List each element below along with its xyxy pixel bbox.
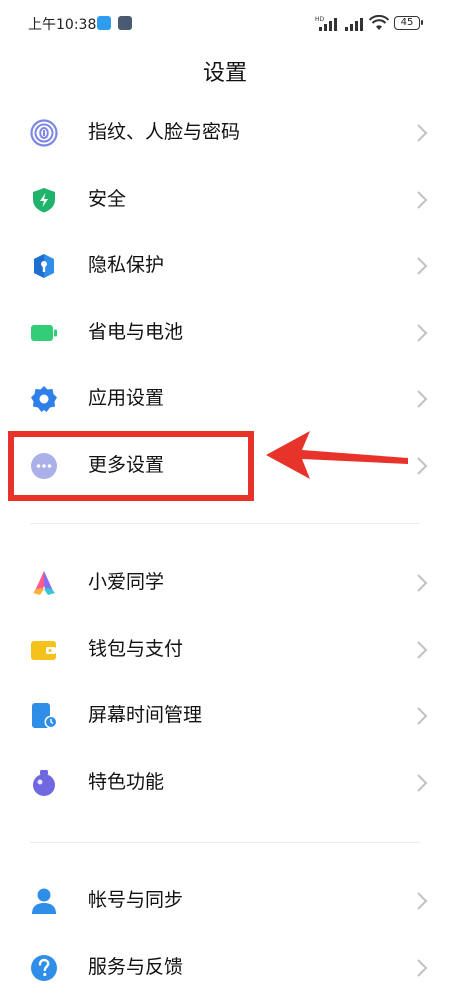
screen-time-icon <box>32 703 58 729</box>
row-xiaoai[interactable]: 小爱同学 <box>0 549 450 615</box>
signal-icon <box>345 18 363 31</box>
chevron-right-icon <box>417 390 428 408</box>
chevron-right-icon <box>417 457 428 475</box>
privacy-icon <box>34 254 54 278</box>
wallet-icon <box>31 641 56 660</box>
chevron-right-icon <box>417 324 428 342</box>
fingerprint-icon <box>30 119 58 147</box>
row-label: 指纹、人脸与密码 <box>88 121 241 143</box>
chevron-right-icon <box>417 574 428 592</box>
row-service-feedback[interactable]: 服务与反馈 <box>0 934 450 1000</box>
chevron-right-icon <box>417 959 428 977</box>
settings-screen: 上午10:38 HD 45 设置 指纹、人脸与密码 安全 隐私保护 省电与电池 … <box>0 0 450 1000</box>
row-fingerprint-face-password[interactable]: 指纹、人脸与密码 <box>0 99 450 165</box>
special-features-icon <box>33 770 55 796</box>
arrow-left-icon <box>266 431 408 479</box>
chevron-right-icon <box>417 124 428 142</box>
row-label: 特色功能 <box>88 771 165 793</box>
security-shield-icon <box>33 188 55 213</box>
row-label: 屏幕时间管理 <box>88 704 203 726</box>
section-divider <box>30 842 420 843</box>
status-bar: 上午10:38 HD 45 <box>0 0 450 44</box>
chevron-right-icon <box>417 257 428 275</box>
account-icon <box>32 888 56 914</box>
battery-indicator: 45 <box>394 16 423 30</box>
row-label: 省电与电池 <box>88 321 184 343</box>
wifi-icon <box>369 15 389 30</box>
battery-icon <box>31 325 57 341</box>
row-special-features[interactable]: 特色功能 <box>0 749 450 815</box>
chevron-right-icon <box>417 707 428 725</box>
section-divider <box>30 523 420 524</box>
row-privacy[interactable]: 隐私保护 <box>0 232 450 298</box>
row-wallet-payment[interactable]: 钱包与支付 <box>0 616 450 682</box>
chevron-right-icon <box>417 774 428 792</box>
row-label: 钱包与支付 <box>88 638 184 660</box>
row-label: 小爱同学 <box>88 571 165 593</box>
row-screen-time[interactable]: 屏幕时间管理 <box>0 682 450 748</box>
status-time: 上午10:38 <box>28 17 97 33</box>
row-label: 服务与反馈 <box>88 956 184 978</box>
help-icon <box>31 955 57 981</box>
gear-icon <box>31 386 57 412</box>
row-battery[interactable]: 省电与电池 <box>0 299 450 365</box>
svg-text:HD: HD <box>315 16 325 23</box>
page-title: 设置 <box>202 61 247 86</box>
row-account-sync[interactable]: 帐号与同步 <box>0 867 450 933</box>
row-security[interactable]: 安全 <box>0 166 450 232</box>
xiaoai-icon <box>33 571 55 595</box>
row-app-settings[interactable]: 应用设置 <box>0 365 450 431</box>
row-label: 帐号与同步 <box>88 889 184 911</box>
chevron-right-icon <box>417 191 428 209</box>
notification-app-icon <box>97 16 111 30</box>
chevron-right-icon <box>417 641 428 659</box>
row-label: 应用设置 <box>88 387 165 409</box>
highlight-box <box>8 431 254 501</box>
notification-settings-icon <box>118 16 132 30</box>
row-label: 隐私保护 <box>88 254 165 276</box>
chevron-right-icon <box>417 892 428 910</box>
status-right-group: HD 45 <box>315 14 423 32</box>
row-label: 安全 <box>88 188 127 210</box>
signal-hd-icon: HD <box>315 16 337 31</box>
